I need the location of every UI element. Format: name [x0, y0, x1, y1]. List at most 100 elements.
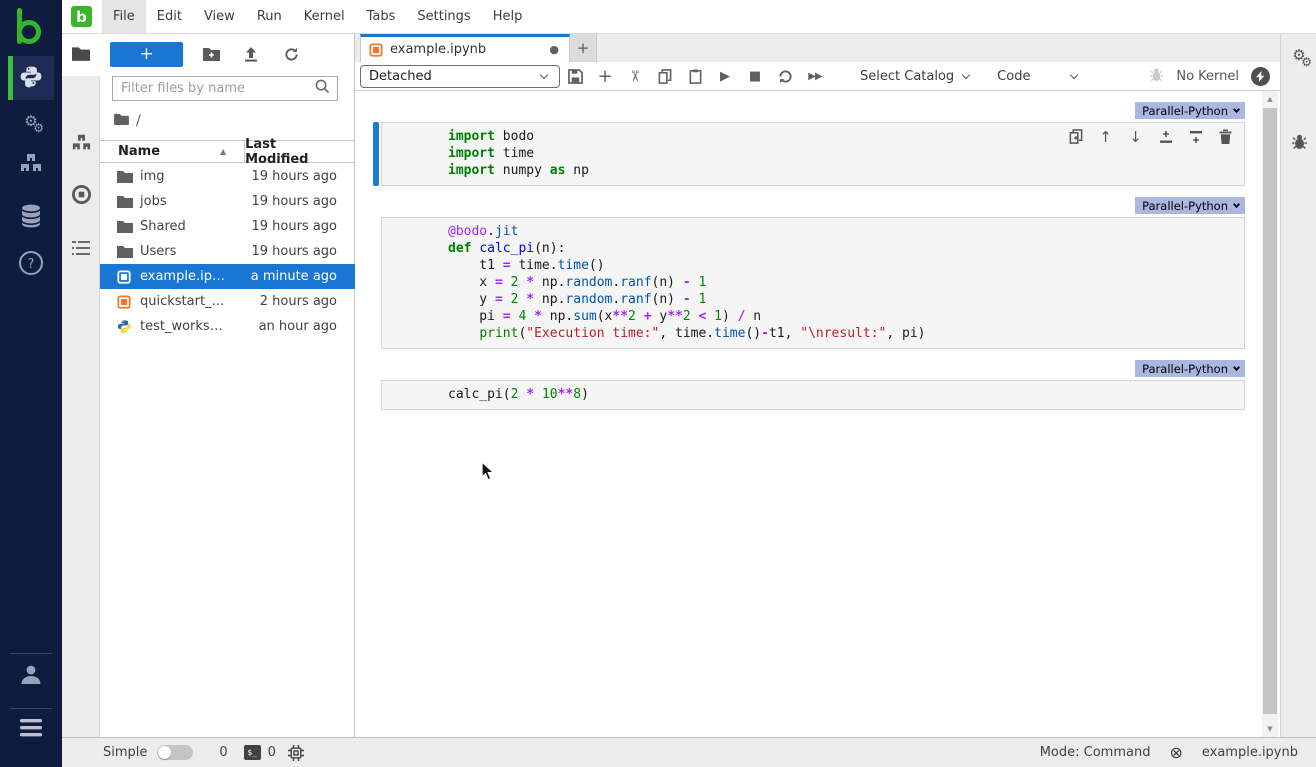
- statusbar-filename[interactable]: example.ipynb: [1202, 745, 1298, 760]
- file-browser-panel: + / Name ▲ Last Modified: [100, 34, 355, 737]
- bodo-menu-icon[interactable]: b: [71, 6, 92, 27]
- menu-edit[interactable]: Edit: [146, 0, 193, 33]
- file-row[interactable]: Shared19 hours ago: [100, 214, 355, 239]
- sidebar-item-menu[interactable]: [0, 718, 62, 742]
- mode-indicator[interactable]: Mode: Command: [1040, 745, 1151, 760]
- menu-view[interactable]: View: [193, 0, 246, 33]
- run-button[interactable]: ▶: [710, 69, 740, 84]
- chevron-down-icon: [1233, 106, 1240, 113]
- menu-run[interactable]: Run: [246, 0, 293, 33]
- scrollbar-thumb[interactable]: [1263, 108, 1277, 714]
- notebook-scrollbar: ▲ ▼: [1262, 91, 1278, 737]
- copy-button[interactable]: [650, 69, 680, 84]
- kernel-dropdown-value: Detached: [369, 69, 432, 84]
- stop-button[interactable]: ■: [740, 69, 770, 84]
- sidebar-item-help[interactable]: ?: [0, 250, 62, 280]
- property-inspector-tab[interactable]: ⚙⚙: [1281, 48, 1316, 63]
- menu-help[interactable]: Help: [482, 0, 534, 33]
- cell-header: Parallel-Python: [373, 360, 1245, 377]
- file-row[interactable]: quickstart_…2 hours ago: [100, 289, 355, 314]
- menu-tabs[interactable]: Tabs: [356, 0, 407, 33]
- cell-kernel-select[interactable]: Parallel-Python: [1135, 197, 1245, 214]
- terminal-count: 0: [219, 745, 227, 760]
- delete-cell-icon[interactable]: [1215, 126, 1236, 147]
- menu-kernel[interactable]: Kernel: [293, 0, 356, 33]
- code-cell-editor[interactable]: ↑↓import bodo import time import numpy a…: [381, 122, 1245, 186]
- file-row[interactable]: img19 hours ago: [100, 164, 355, 189]
- sidebar-tab-jobs[interactable]: [62, 124, 100, 164]
- sidebar-item-clusters[interactable]: [0, 152, 62, 178]
- debugger-icon[interactable]: [1149, 66, 1164, 86]
- file-row[interactable]: jobs19 hours ago: [100, 189, 355, 214]
- sidebar-item-catalogs[interactable]: [0, 204, 62, 232]
- breadcrumb: /: [136, 113, 141, 129]
- kernel-status-label[interactable]: No Kernel: [1176, 69, 1239, 84]
- sidebar-item-account[interactable]: [0, 662, 62, 692]
- file-row[interactable]: Users19 hours ago: [100, 239, 355, 264]
- folder-icon: [117, 170, 133, 183]
- code-cell-editor[interactable]: @bodo.jit def calc_pi(n): t1 = time.time…: [381, 217, 1245, 349]
- breadcrumb-home-icon[interactable]: [114, 113, 129, 129]
- cell-type-dropdown[interactable]: Code: [997, 69, 1077, 84]
- kernel-chip-icon[interactable]: [288, 745, 304, 761]
- active-indicator: [8, 56, 13, 100]
- sidebar-item-settings[interactable]: ⚙⚙: [0, 114, 62, 129]
- file-row[interactable]: test_works…an hour ago: [100, 314, 355, 339]
- name-column-header[interactable]: Name: [118, 144, 160, 159]
- code-cell-editor[interactable]: calc_pi(2 * 10**8): [381, 380, 1245, 410]
- modified-column-header[interactable]: Last Modified: [245, 137, 337, 167]
- sidebar-tab-file-browser[interactable]: [62, 34, 100, 76]
- kernel-dropdown[interactable]: Detached: [360, 65, 560, 88]
- cell-code: calc_pi(2 * 10**8): [448, 386, 1236, 403]
- chevron-down-icon: [962, 70, 970, 78]
- cell-list: Parallel-Python↑↓import bodo import time…: [373, 91, 1245, 410]
- insert-cell-above-icon[interactable]: [1155, 126, 1176, 147]
- cell-collapser[interactable]: [373, 122, 379, 186]
- sidebar-tab-toc[interactable]: [62, 230, 100, 270]
- move-cell-down-icon[interactable]: ↓: [1125, 126, 1146, 147]
- chevron-down-icon: [1233, 201, 1240, 208]
- cell-collapser[interactable]: [373, 380, 379, 410]
- duplicate-cell-icon[interactable]: [1065, 126, 1086, 147]
- simple-mode-toggle[interactable]: [157, 745, 193, 760]
- debugger-tab[interactable]: [1281, 132, 1316, 154]
- main-area: example.ipynb ● + Detached + ✂ ▶ ■: [355, 34, 1280, 737]
- cell-group: Parallel-Python calc_pi(2 * 10**8): [373, 360, 1245, 410]
- paste-button[interactable]: [680, 69, 710, 84]
- restart-kernel-button[interactable]: [770, 69, 800, 84]
- scroll-down-arrow[interactable]: ▼: [1262, 721, 1278, 737]
- cut-button[interactable]: ✂: [626, 61, 644, 91]
- upload-button[interactable]: [231, 47, 271, 62]
- refresh-button[interactable]: [271, 47, 311, 62]
- user-icon: [18, 662, 44, 692]
- file-name: Users: [140, 244, 176, 259]
- kernel-busy-icon[interactable]: [1251, 67, 1270, 86]
- file-row[interactable]: example.ip…a minute ago: [100, 264, 355, 289]
- file-filter-input[interactable]: [121, 81, 315, 96]
- sidebar-tab-running[interactable]: [62, 176, 100, 216]
- restart-run-all-button[interactable]: ▶▶: [800, 71, 830, 82]
- move-cell-up-icon[interactable]: ↑: [1095, 126, 1116, 147]
- terminal-icon[interactable]: $_: [244, 745, 261, 760]
- file-name: img: [140, 169, 165, 184]
- sidebar-item-notebooks[interactable]: [8, 56, 54, 100]
- notebook-panel: Parallel-Python↑↓import bodo import time…: [355, 91, 1280, 737]
- kernel-offline-icon[interactable]: ⊗: [1169, 743, 1182, 762]
- select-catalog-dropdown[interactable]: Select Catalog: [860, 69, 969, 84]
- file-name: quickstart_…: [140, 294, 225, 309]
- menu-file[interactable]: File: [102, 0, 146, 33]
- new-folder-button[interactable]: [191, 47, 231, 61]
- save-button[interactable]: [560, 69, 590, 84]
- cell-kernel-select[interactable]: Parallel-Python: [1135, 102, 1245, 119]
- cell-collapser[interactable]: [373, 217, 379, 349]
- insert-cell-below-icon[interactable]: [1185, 126, 1206, 147]
- tab-bar: example.ipynb ● +: [355, 34, 1280, 62]
- new-tab-button[interactable]: +: [570, 34, 597, 62]
- gears-icon: ⚙⚙: [24, 114, 37, 129]
- menu-settings[interactable]: Settings: [406, 0, 481, 33]
- new-launcher-button[interactable]: +: [110, 42, 183, 67]
- cell-kernel-select[interactable]: Parallel-Python: [1135, 360, 1245, 377]
- tab-example-ipynb[interactable]: example.ipynb ●: [360, 34, 570, 62]
- scroll-up-arrow[interactable]: ▲: [1262, 91, 1278, 107]
- add-cell-button[interactable]: +: [590, 66, 620, 87]
